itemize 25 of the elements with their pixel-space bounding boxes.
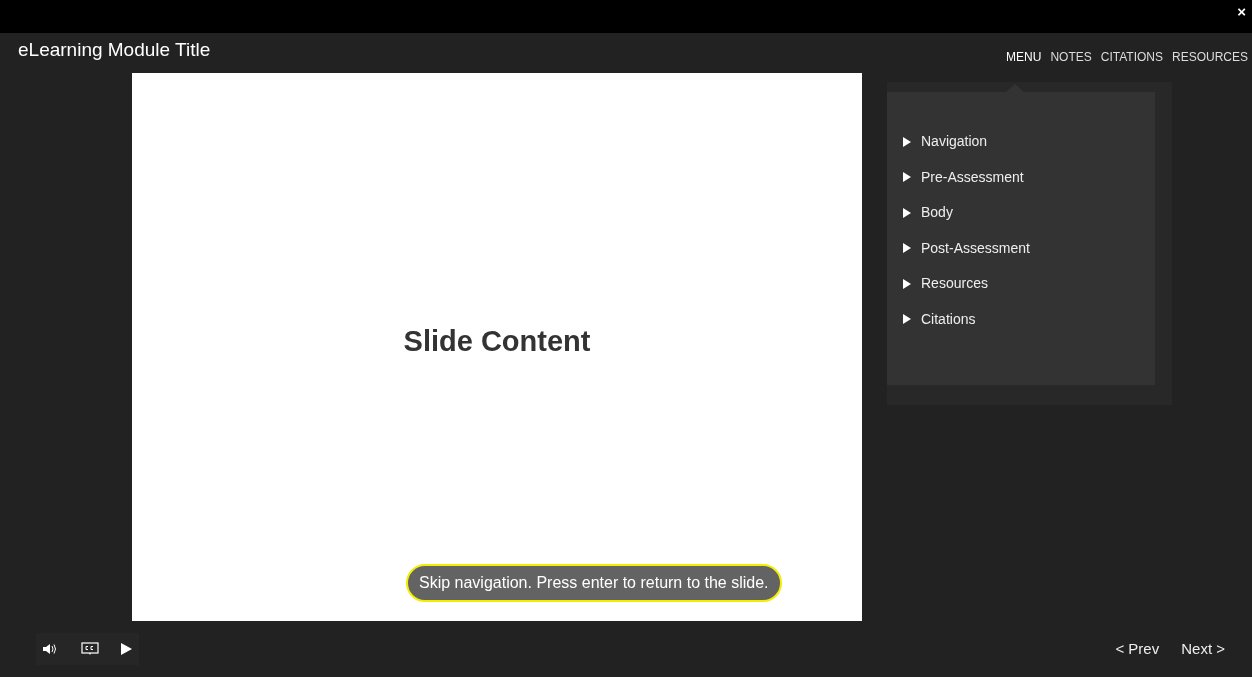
- triangle-icon: [903, 207, 911, 218]
- menu-item[interactable]: Pre-Assessment: [903, 167, 1155, 187]
- volume-icon[interactable]: [43, 643, 59, 655]
- closed-captions-icon[interactable]: [81, 642, 99, 656]
- triangle-icon: [903, 136, 911, 147]
- module-title: eLearning Module Title: [18, 38, 211, 62]
- tab[interactable]: MENU: [1006, 50, 1042, 64]
- triangle-icon: [903, 314, 911, 324]
- prev-button[interactable]: < Prev: [1115, 637, 1160, 661]
- triangle-icon: [903, 172, 911, 182]
- tab[interactable]: RESOURCES: [1172, 50, 1248, 64]
- menu-item[interactable]: Resources: [903, 274, 1155, 293]
- menu-item[interactable]: Body: [903, 203, 1155, 222]
- skip-navigation-button[interactable]: Skip navigation. Press enter to return to the slide.: [406, 564, 782, 602]
- triangle-icon: [903, 278, 911, 289]
- triangle-icon: [903, 243, 911, 253]
- play-icon[interactable]: [121, 643, 132, 655]
- tab[interactable]: NOTES: [1050, 50, 1092, 64]
- slide-heading: Slide Content: [403, 324, 591, 360]
- next-button[interactable]: Next >: [1181, 637, 1225, 661]
- tab[interactable]: CITATIONS: [1100, 50, 1163, 64]
- close-button[interactable]: ×: [1237, 0, 1246, 24]
- menu-item[interactable]: Navigation: [903, 132, 1155, 151]
- menu-item[interactable]: Post-Assessment: [903, 238, 1155, 258]
- menu-item[interactable]: Citations: [903, 309, 1155, 329]
